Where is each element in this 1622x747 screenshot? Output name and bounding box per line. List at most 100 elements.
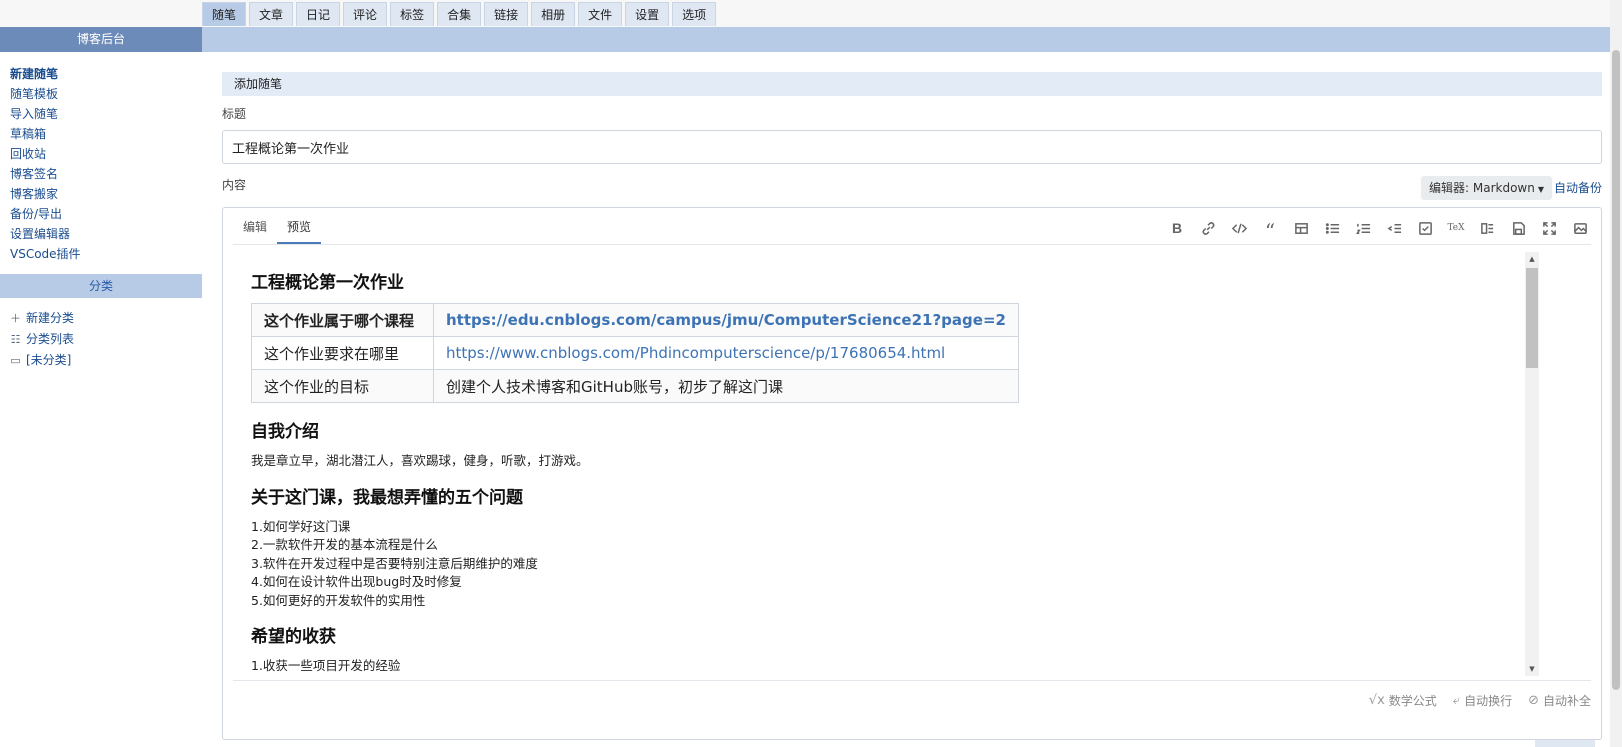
table-cell: 这个作业属于哪个课程 xyxy=(251,303,434,337)
top-nav: 随笔 文章 日记 评论 标签 合集 链接 相册 文件 设置 选项 xyxy=(202,2,717,26)
category-item-label: 新建分类 xyxy=(26,311,75,325)
editor-tab-preview[interactable]: 预览 xyxy=(277,208,322,244)
folder-icon: ▭ xyxy=(10,354,21,367)
bullet-list-icon[interactable] xyxy=(1321,218,1343,238)
sidebar-item-recycle-bin[interactable]: 回收站 xyxy=(10,144,202,164)
sidebar-item-essay-template[interactable]: 随笔模板 xyxy=(10,84,202,104)
editor-tabs: 编辑 预览 xyxy=(233,208,322,244)
tex-icon[interactable]: TeX xyxy=(1445,218,1467,238)
tab-diary[interactable]: 日记 xyxy=(296,2,341,26)
outdent-icon[interactable] xyxy=(1383,218,1405,238)
status-label: 数学公式 xyxy=(1388,694,1437,708)
wrap-icon: ⤶ xyxy=(1452,693,1461,708)
category-item-uncategorized[interactable]: ▭ [未分类] xyxy=(10,350,202,371)
sidebar-item-editor-settings[interactable]: 设置编辑器 xyxy=(10,224,202,244)
bottom-action-button[interactable] xyxy=(1535,740,1595,747)
category-item-label: [未分类] xyxy=(26,353,72,367)
editor-divider xyxy=(233,244,1591,245)
list-item: 1.如何学好这门课 xyxy=(251,518,351,534)
title-input[interactable] xyxy=(222,130,1602,164)
numbered-list-icon[interactable] xyxy=(1352,218,1374,238)
auto-complete-toggle[interactable]: ⊘ 自动补全 xyxy=(1528,692,1591,709)
editor-bottom-divider xyxy=(233,680,1591,681)
tab-options[interactable]: 选项 xyxy=(672,2,717,26)
code-icon[interactable] xyxy=(1228,218,1250,238)
content-label: 内容 xyxy=(222,178,247,192)
tab-links[interactable]: 链接 xyxy=(484,2,529,26)
status-label: 自动补全 xyxy=(1542,694,1591,708)
checkbox-icon[interactable] xyxy=(1414,218,1436,238)
assignment-table: 这个作业属于哪个课程 https://edu.cnblogs.com/campu… xyxy=(251,303,1019,403)
scroll-down-icon[interactable]: ▼ xyxy=(1525,662,1539,676)
table-icon[interactable] xyxy=(1290,218,1312,238)
image-icon[interactable] xyxy=(1569,218,1591,238)
sidebar-item-blog-move[interactable]: 博客搬家 xyxy=(10,184,202,204)
math-formula-toggle[interactable]: √x 数学公式 xyxy=(1369,692,1437,709)
bold-icon[interactable]: B xyxy=(1166,218,1188,238)
intro-text: 我是章立早，湖北潜江人，喜欢踢球，健身，听歌，打游戏。 xyxy=(251,453,589,468)
tab-settings[interactable]: 设置 xyxy=(625,2,670,26)
category-item-new[interactable]: ＋ 新建分类 xyxy=(10,308,202,329)
preview-scrollbar[interactable]: ▲ ▼ xyxy=(1525,252,1539,676)
markdown-editor: 编辑 预览 B “ TeX 工程概论第一次作业 这个作业属于哪个课程 https… xyxy=(222,207,1602,740)
fullscreen-icon[interactable] xyxy=(1538,218,1560,238)
sidebar-item-vscode-plugin[interactable]: VSCode插件 xyxy=(10,244,202,264)
tab-files[interactable]: 文件 xyxy=(578,2,623,26)
tab-collection[interactable]: 合集 xyxy=(437,2,482,26)
harvest-heading: 希望的收获 xyxy=(251,627,336,647)
caret-down-icon: ▼ xyxy=(1537,185,1544,194)
sidebar-menu: 新建随笔 随笔模板 导入随笔 草稿箱 回收站 博客签名 博客搬家 备份/导出 设… xyxy=(0,52,202,264)
sidebar-item-import-essay[interactable]: 导入随笔 xyxy=(10,104,202,124)
questions-list: 1.如何学好这门课 2.一款软件开发的基本流程是什么 3.软件在开发过程中是否要… xyxy=(251,518,1523,611)
scroll-up-icon[interactable]: ▲ xyxy=(1525,252,1539,266)
main-content: 添加随笔 标题 内容 编辑器: Markdown▼ 自动备份 编辑 预览 B “… xyxy=(202,52,1610,747)
save-icon[interactable] xyxy=(1507,218,1529,238)
app-root: 随笔 文章 日记 评论 标签 合集 链接 相册 文件 设置 选项 博客后台 新建… xyxy=(0,0,1622,747)
status-label: 自动换行 xyxy=(1464,694,1513,708)
page-scrollbar[interactable] xyxy=(1610,0,1622,747)
table-cell: https://edu.cnblogs.com/campus/jmu/Compu… xyxy=(433,303,1019,337)
list-item: 2.一款软件开发的基本流程是什么 xyxy=(251,537,438,552)
category-title: 分类 xyxy=(0,274,202,298)
category-item-label: 分类列表 xyxy=(26,332,75,346)
list-item: 5.如何更好的开发软件的实用性 xyxy=(251,592,426,608)
sidebar-title: 博客后台 xyxy=(0,27,202,52)
link-icon[interactable] xyxy=(1197,218,1219,238)
requirement-link[interactable]: https://www.cnblogs.com/Phdincomputersci… xyxy=(446,344,945,362)
category-item-list[interactable]: ☷ 分类列表 xyxy=(10,329,202,350)
table-row: 这个作业要求在哪里 https://www.cnblogs.com/Phdinc… xyxy=(251,336,1019,370)
plus-icon: ＋ xyxy=(10,312,21,325)
scroll-thumb[interactable] xyxy=(1526,268,1538,368)
course-link[interactable]: https://edu.cnblogs.com/campus/jmu/Compu… xyxy=(446,311,1006,329)
word-wrap-toggle[interactable]: ⤶ 自动换行 xyxy=(1453,692,1512,709)
editor-tab-edit[interactable]: 编辑 xyxy=(233,208,277,244)
page-scroll-thumb[interactable] xyxy=(1612,50,1620,690)
sidebar-item-new-essay[interactable]: 新建随笔 xyxy=(10,64,202,84)
editor-select[interactable]: 编辑器: Markdown ▼ xyxy=(1421,176,1552,200)
auto-backup-link[interactable]: 自动备份 xyxy=(1554,179,1602,196)
title-label: 标题 xyxy=(222,107,247,121)
sidebar-item-backup-export[interactable]: 备份/导出 xyxy=(10,204,202,224)
editor-toolbar: B “ TeX xyxy=(1166,218,1591,243)
editor-statusbar: √x 数学公式 ⤶ 自动换行 ⊘ 自动补全 xyxy=(1369,692,1591,709)
tab-tag[interactable]: 标签 xyxy=(390,2,435,26)
tab-comment[interactable]: 评论 xyxy=(343,2,388,26)
toc-icon[interactable] xyxy=(1476,218,1498,238)
preview-heading: 工程概论第一次作业 xyxy=(251,273,404,293)
table-row: 这个作业属于哪个课程 https://edu.cnblogs.com/campu… xyxy=(251,303,1019,337)
category-menu: ＋ 新建分类 ☷ 分类列表 ▭ [未分类] xyxy=(0,298,202,371)
quote-icon[interactable]: “ xyxy=(1259,218,1281,243)
preview-pane: 工程概论第一次作业 这个作业属于哪个课程 https://edu.cnblogs… xyxy=(233,248,1523,680)
tab-article[interactable]: 文章 xyxy=(249,2,294,26)
list-item: 1.收获一些项目开发的经验 xyxy=(251,658,401,673)
table-cell: 创建个人技术博客和GitHub账号，初步了解这门课 xyxy=(433,369,1019,403)
sqrt-icon: √x xyxy=(1368,693,1385,708)
list-icon: ☷ xyxy=(10,333,21,346)
tab-album[interactable]: 相册 xyxy=(531,2,576,26)
intro-heading: 自我介绍 xyxy=(251,422,319,442)
sidebar: 博客后台 新建随笔 随笔模板 导入随笔 草稿箱 回收站 博客签名 博客搬家 备份… xyxy=(0,27,202,747)
sidebar-item-blog-signature[interactable]: 博客签名 xyxy=(10,164,202,184)
table-cell: https://www.cnblogs.com/Phdincomputersci… xyxy=(433,336,1019,370)
tab-essay[interactable]: 随笔 xyxy=(202,2,247,26)
sidebar-item-drafts[interactable]: 草稿箱 xyxy=(10,124,202,144)
